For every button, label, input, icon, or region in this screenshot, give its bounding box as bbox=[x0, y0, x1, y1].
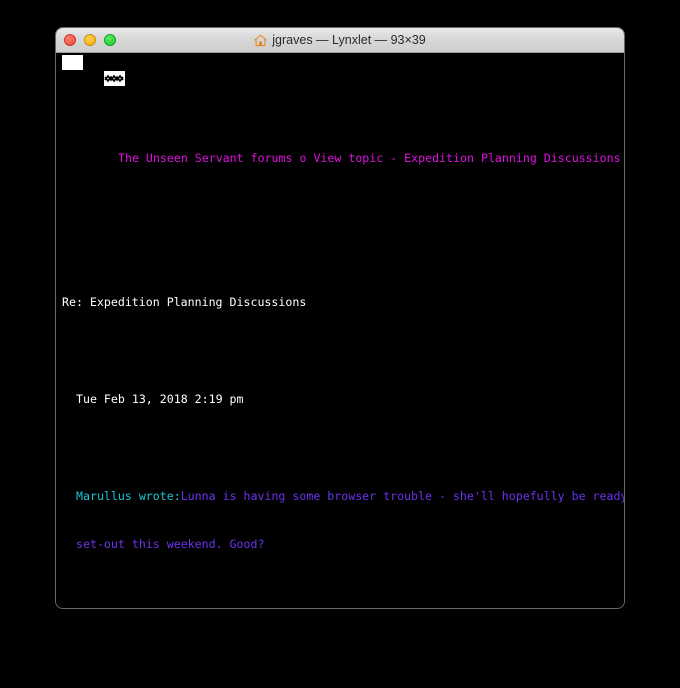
quote-attribution: Marullus wrote: bbox=[76, 488, 181, 503]
close-button[interactable] bbox=[64, 34, 76, 46]
minimize-button[interactable] bbox=[84, 34, 96, 46]
page-header: The Unseen Servant forums o View topic -… bbox=[56, 150, 624, 166]
home-icon bbox=[253, 34, 268, 47]
window-titlebar[interactable]: jgraves — Lynxlet — 93×39 bbox=[56, 28, 624, 53]
window-title-text: jgraves — Lynxlet — 93×39 bbox=[272, 33, 426, 47]
terminal-window[interactable]: jgraves — Lynxlet — 93×39 The Unseen Ser… bbox=[56, 28, 624, 608]
page-header-text: The Unseen Servant forums o View topic -… bbox=[118, 150, 621, 165]
post-subject: Re: Expedition Planning Discussions bbox=[62, 295, 307, 310]
post-timestamp: Tue Feb 13, 2018 2:19 pm bbox=[76, 391, 244, 406]
quote-text: Lunna is having some browser trouble - s… bbox=[180, 488, 624, 503]
window-title-group: jgraves — Lynxlet — 93×39 bbox=[56, 33, 624, 47]
checkered-glyph-icon bbox=[62, 55, 125, 87]
terminal-screen[interactable]: The Unseen Servant forums o View topic -… bbox=[56, 53, 624, 608]
zoom-button[interactable] bbox=[104, 34, 116, 46]
post-quote-line-2: set-out this weekend. Good? bbox=[76, 536, 265, 551]
window-controls[interactable] bbox=[64, 34, 116, 46]
post-quote-line-1: Marullus wrote:Lunna is having some brow… bbox=[56, 488, 624, 504]
